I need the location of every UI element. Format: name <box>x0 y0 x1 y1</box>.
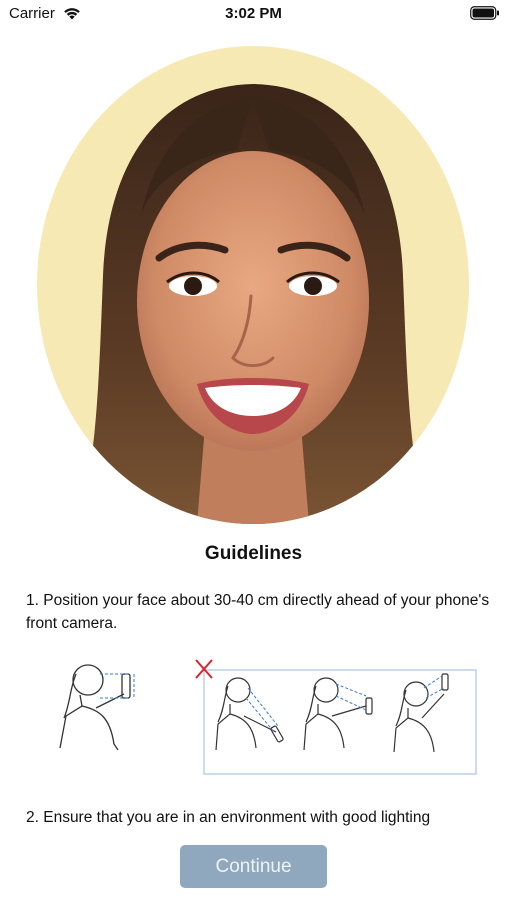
continue-button[interactable]: Continue <box>180 845 327 888</box>
battery-icon <box>470 6 499 20</box>
status-bar: Carrier 3:02 PM <box>0 0 507 30</box>
guidelines-title: Guidelines <box>204 543 303 564</box>
guideline-step-2: 2. Ensure that you are in an environment… <box>26 809 431 826</box>
correct-pose-icon <box>59 664 131 751</box>
camera-position-illustration <box>59 659 477 775</box>
face-portrait <box>37 46 469 524</box>
guideline-step-1: 1. Position your face about 30-40 cm dir… <box>26 592 490 632</box>
status-time: 3:02 PM <box>225 5 282 22</box>
